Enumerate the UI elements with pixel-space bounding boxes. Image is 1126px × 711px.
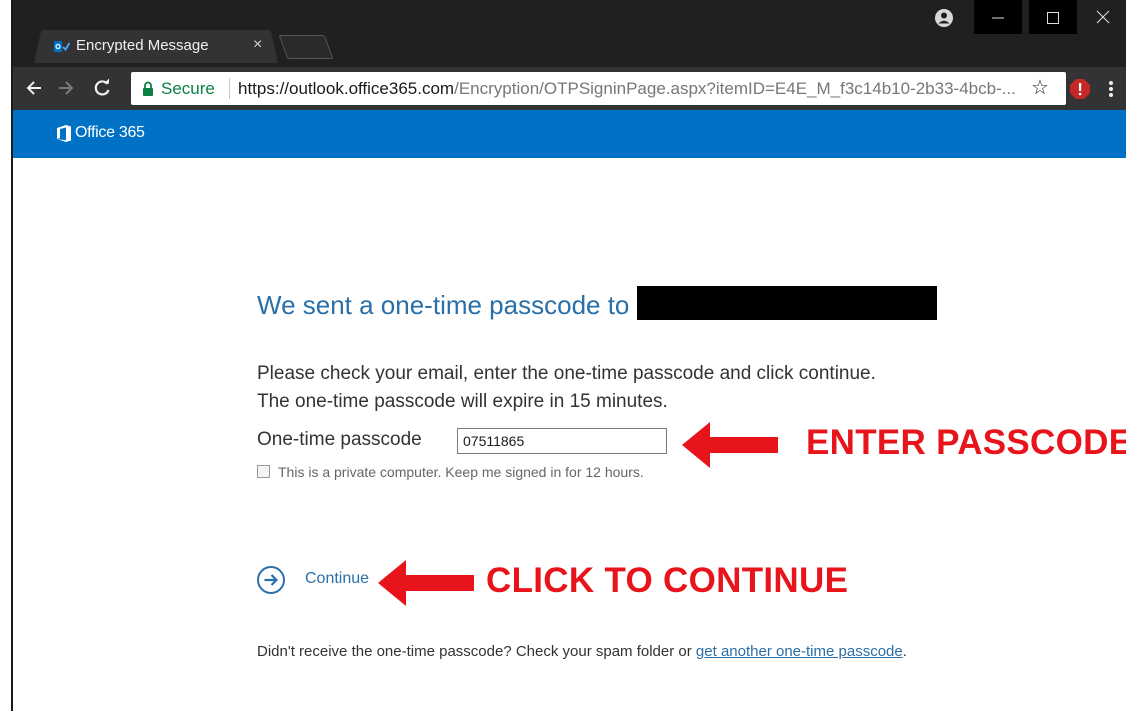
back-icon[interactable] bbox=[21, 75, 47, 101]
instructions-line-1: Please check your email, enter the one-t… bbox=[257, 363, 876, 384]
lock-icon bbox=[143, 81, 153, 96]
star-icon[interactable]: ☆ bbox=[1026, 67, 1054, 110]
secure-label: Secure bbox=[161, 79, 215, 98]
office-logo-icon[interactable] bbox=[56, 124, 72, 143]
browser-toolbar: Secure https://outlook.office365.com/Enc… bbox=[13, 67, 1126, 110]
browser-tab[interactable]: Encrypted Message × bbox=[34, 30, 278, 63]
browser-titlebar: Encrypted Message × bbox=[13, 0, 1126, 67]
keep-signed-in-label: This is a private computer. Keep me sign… bbox=[278, 464, 644, 480]
annotation-arrow-continue bbox=[378, 560, 474, 606]
profile-icon[interactable] bbox=[933, 7, 955, 29]
url-text: https://outlook.office365.com/Encryption… bbox=[238, 79, 1016, 99]
extension-icon[interactable] bbox=[1069, 78, 1091, 100]
keep-signed-in-checkbox[interactable] bbox=[257, 465, 270, 478]
page-heading: We sent a one-time passcode to bbox=[257, 290, 630, 320]
otp-label: One-time passcode bbox=[257, 429, 422, 450]
instructions: Please check your email, enter the one-t… bbox=[257, 360, 876, 416]
resend-help-text: Didn't receive the one-time passcode? Ch… bbox=[257, 641, 957, 663]
redacted-email bbox=[637, 286, 937, 320]
get-another-passcode-link[interactable]: get another one-time passcode bbox=[696, 643, 903, 660]
continue-arrow-icon[interactable] bbox=[256, 565, 286, 595]
tab-close-icon[interactable]: × bbox=[253, 36, 262, 54]
menu-icon[interactable] bbox=[1106, 76, 1116, 102]
new-tab-button[interactable] bbox=[278, 35, 334, 59]
office365-header: Office 365 bbox=[13, 110, 1126, 158]
address-separator bbox=[229, 78, 230, 99]
close-icon[interactable] bbox=[1080, 0, 1126, 34]
office365-brand[interactable]: Office 365 bbox=[75, 124, 145, 142]
otp-input[interactable] bbox=[457, 428, 667, 454]
instructions-line-2: The one-time passcode will expire in 15 … bbox=[257, 391, 668, 412]
tab-title: Encrypted Message bbox=[76, 37, 209, 54]
resend-help-suffix: . bbox=[902, 643, 907, 660]
address-bar[interactable]: Secure https://outlook.office365.com/Enc… bbox=[131, 72, 1066, 105]
continue-button[interactable]: Continue bbox=[305, 570, 369, 588]
url-path: /Encryption/OTPSigninPage.aspx?itemID=E4… bbox=[454, 79, 1016, 98]
annotation-enter-passcode: ENTER PASSCODE bbox=[806, 423, 1126, 462]
annotation-click-to-continue: CLICK TO CONTINUE bbox=[486, 561, 849, 600]
forward-icon[interactable] bbox=[53, 75, 79, 101]
maximize-icon[interactable] bbox=[1029, 0, 1077, 34]
outlook-favicon-icon bbox=[54, 41, 70, 52]
url-host: https://outlook.office365.com bbox=[238, 79, 455, 98]
minimize-icon[interactable] bbox=[974, 0, 1022, 34]
resend-help-prefix: Didn't receive the one-time passcode? Ch… bbox=[257, 643, 696, 660]
reload-icon[interactable] bbox=[89, 75, 115, 101]
annotation-arrow-passcode bbox=[682, 422, 778, 468]
